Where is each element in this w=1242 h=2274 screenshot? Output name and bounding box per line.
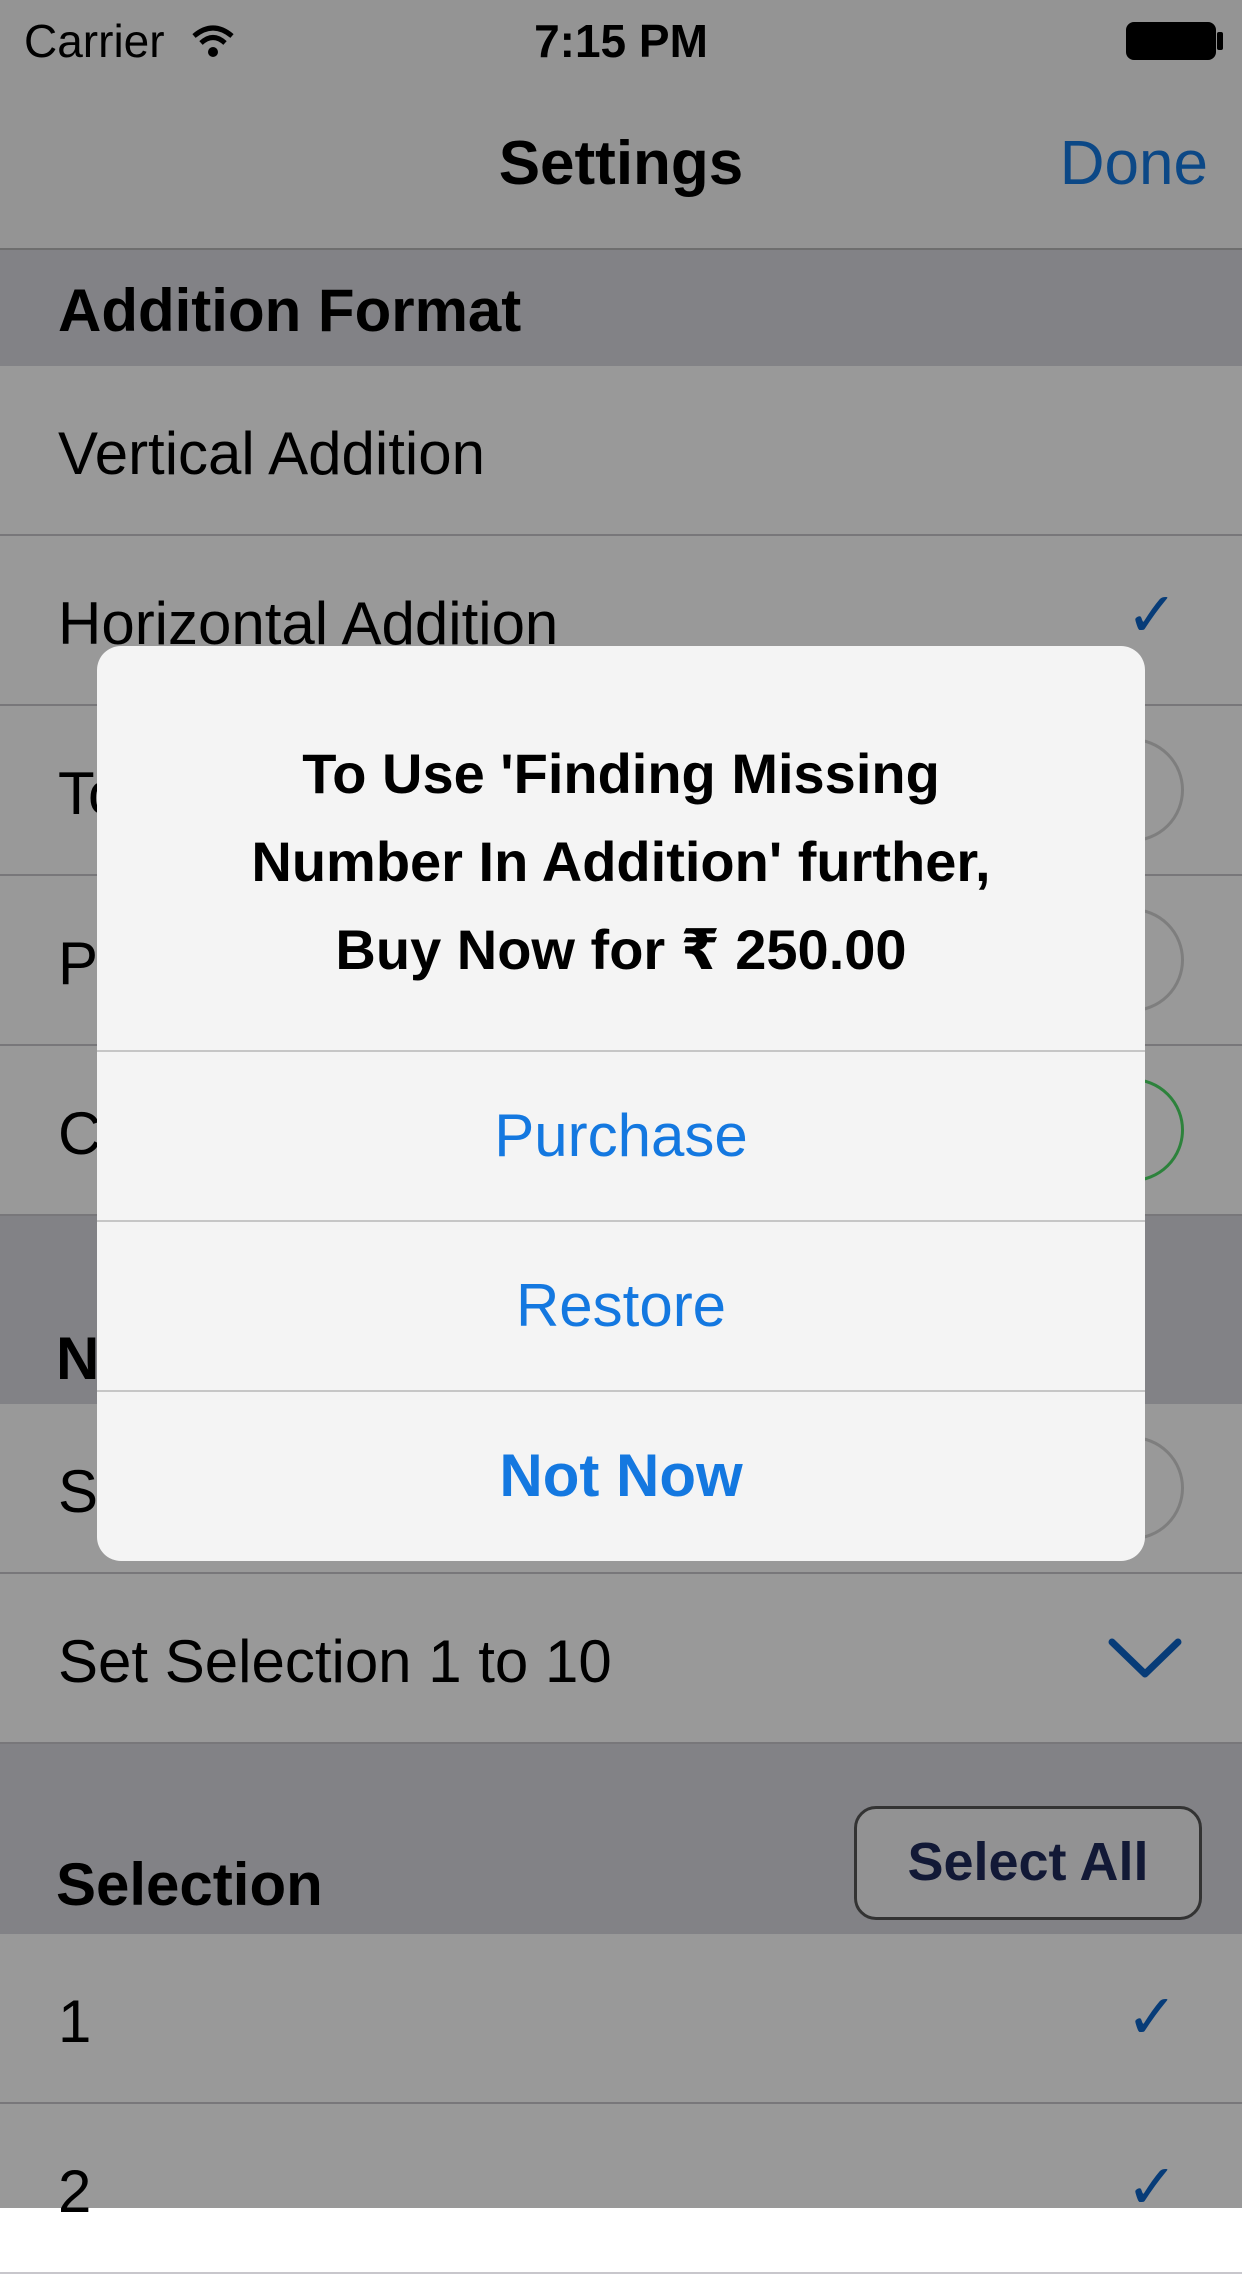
settings-screen: Carrier 7:15 PM Settings Done Addition F… <box>0 0 1242 2274</box>
alert-message-line: Number In Addition' further, <box>251 830 991 893</box>
not-now-button[interactable]: Not Now <box>97 1390 1145 1560</box>
purchase-alert-dialog: To Use 'Finding Missing Number In Additi… <box>97 646 1145 1561</box>
purchase-button[interactable]: Purchase <box>97 1050 1145 1220</box>
alert-message: To Use 'Finding Missing Number In Additi… <box>97 730 1145 994</box>
alert-message-line: Buy Now for ₹ 250.00 <box>335 918 907 981</box>
restore-button[interactable]: Restore <box>97 1220 1145 1390</box>
alert-message-line: To Use 'Finding Missing <box>302 742 940 805</box>
